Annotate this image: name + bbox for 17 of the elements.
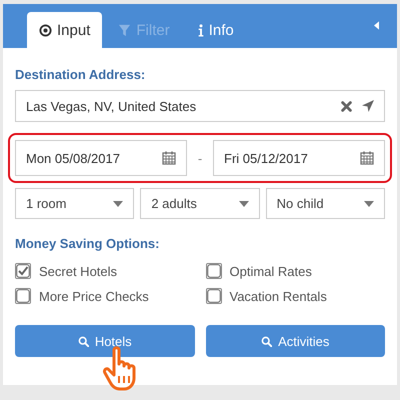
dropdown[interactable]: 2 adults bbox=[140, 188, 260, 219]
option-label: More Price Checks bbox=[39, 288, 149, 304]
date-separator: - bbox=[196, 150, 204, 166]
check-out-field[interactable]: Fri 05/12/2017 bbox=[213, 140, 385, 176]
tab[interactable]: Input bbox=[27, 12, 102, 48]
check-in-field[interactable]: Mon 05/08/2017 bbox=[15, 140, 187, 176]
field-label: Destination Address: bbox=[15, 67, 146, 82]
dropdown[interactable]: No child bbox=[266, 188, 385, 219]
option-label: Vacation Rentals bbox=[230, 288, 327, 304]
option-label: Optimal Rates bbox=[230, 264, 312, 278]
option-label: Secret Hotels bbox=[39, 264, 118, 278]
search-button[interactable]: Activities bbox=[206, 325, 385, 357]
address-field[interactable]: Las Vegas, NV, United States bbox=[15, 90, 385, 122]
section-label: Money Saving Options: bbox=[15, 236, 160, 251]
dropdown[interactable]: 1 room bbox=[15, 188, 134, 219]
search-button[interactable]: Hotels bbox=[15, 325, 194, 357]
tab[interactable]: Info bbox=[186, 12, 246, 48]
